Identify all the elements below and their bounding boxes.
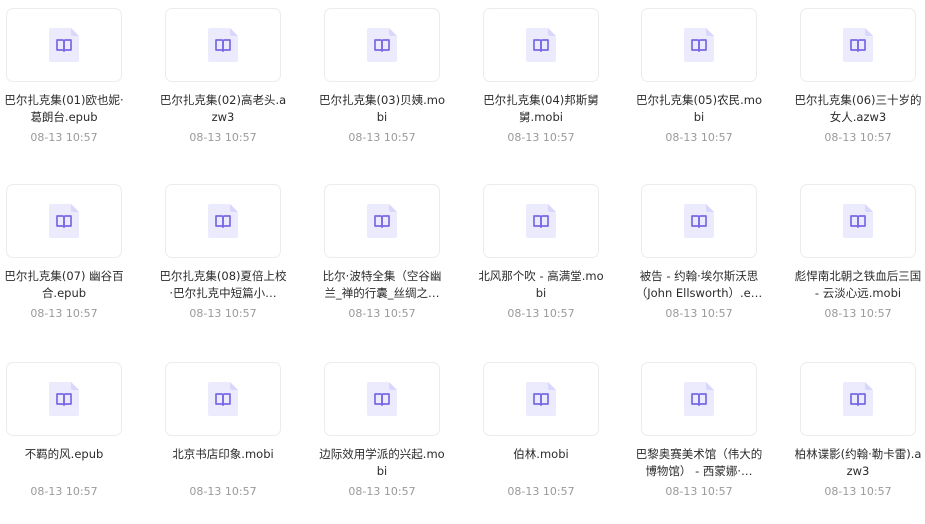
file-modified-date: 08-13 10:57: [30, 131, 98, 144]
ebook-file-icon: [49, 204, 79, 238]
file-thumbnail[interactable]: [641, 362, 757, 436]
file-name: 巴尔扎克集(07) 幽谷百合.epub: [4, 269, 124, 300]
file-thumbnail[interactable]: [800, 184, 916, 258]
file-thumbnail[interactable]: [641, 8, 757, 82]
file-name: 边际效用学派的兴起.mobi: [319, 447, 445, 478]
file-item[interactable]: 柏林谍影(约翰·勒卡雷).azw3 08-13 10:57: [794, 354, 925, 524]
file-item[interactable]: 伯林.mobi 08-13 10:57: [477, 354, 636, 524]
file-name: 北京书店印象.mobi: [172, 447, 274, 461]
ebook-file-icon: [843, 204, 873, 238]
file-modified-date: 08-13 10:57: [348, 307, 416, 320]
file-modified-date: 08-13 10:57: [824, 131, 892, 144]
file-thumbnail[interactable]: [165, 8, 281, 82]
file-modified-date: 08-13 10:57: [665, 307, 733, 320]
file-modified-date: 08-13 10:57: [189, 131, 257, 144]
file-thumbnail[interactable]: [324, 8, 440, 82]
file-modified-date: 08-13 10:57: [189, 485, 257, 498]
ebook-file-icon: [684, 28, 714, 62]
file-name: 北风那个吹 - 高满堂.mobi: [478, 269, 604, 300]
ebook-file-icon: [367, 382, 397, 416]
file-thumbnail[interactable]: [800, 8, 916, 82]
file-thumbnail[interactable]: [641, 184, 757, 258]
file-thumbnail[interactable]: [324, 362, 440, 436]
file-thumbnail[interactable]: [165, 362, 281, 436]
ebook-file-icon: [526, 382, 556, 416]
file-thumbnail[interactable]: [6, 8, 122, 82]
file-item[interactable]: 彪悍南北朝之铁血后三国 - 云淡心远.mobi 08-13 10:57: [794, 176, 925, 346]
ebook-file-icon: [49, 28, 79, 62]
file-item[interactable]: 巴尔扎克集(04)邦斯舅舅.mobi 08-13 10:57: [477, 0, 636, 170]
file-item[interactable]: 巴尔扎克集(06)三十岁的女人.azw3 08-13 10:57: [794, 0, 925, 170]
file-modified-date: 08-13 10:57: [30, 485, 98, 498]
file-item[interactable]: 巴尔扎克集(03)贝姨.mobi 08-13 10:57: [318, 0, 477, 170]
ebook-file-icon: [208, 204, 238, 238]
file-name: 比尔·波特全集（空谷幽兰_禅的行囊_丝绸之…: [322, 269, 442, 300]
ebook-file-icon: [367, 204, 397, 238]
ebook-file-icon: [684, 382, 714, 416]
file-name: 巴尔扎克集(02)高老头.azw3: [159, 93, 287, 124]
file-modified-date: 08-13 10:57: [665, 485, 733, 498]
file-item[interactable]: 边际效用学派的兴起.mobi 08-13 10:57: [318, 354, 477, 524]
file-thumbnail[interactable]: [165, 184, 281, 258]
file-item[interactable]: 巴尔扎克集(07) 幽谷百合.epub 08-13 10:57: [0, 176, 159, 346]
file-thumbnail[interactable]: [800, 362, 916, 436]
file-name: 巴黎奥赛美术馆（伟大的博物馆） - 西蒙娜·…: [635, 447, 763, 478]
file-item[interactable]: 比尔·波特全集（空谷幽兰_禅的行囊_丝绸之… 08-13 10:57: [318, 176, 477, 346]
file-item[interactable]: 不羁的风.epub 08-13 10:57: [0, 354, 159, 524]
file-name: 被告 - 约翰·埃尔斯沃思（John Ellsworth）.e…: [635, 269, 763, 300]
ebook-file-icon: [843, 382, 873, 416]
file-thumbnail[interactable]: [483, 8, 599, 82]
file-thumbnail[interactable]: [483, 184, 599, 258]
file-name: 巴尔扎克集(06)三十岁的女人.azw3: [794, 93, 922, 124]
file-thumbnail[interactable]: [6, 362, 122, 436]
ebook-file-icon: [526, 28, 556, 62]
file-item[interactable]: 巴尔扎克集(08)夏倍上校·巴尔扎克中短篇小… 08-13 10:57: [159, 176, 318, 346]
file-name: 巴尔扎克集(03)贝姨.mobi: [319, 93, 445, 124]
file-modified-date: 08-13 10:57: [824, 307, 892, 320]
ebook-file-icon: [208, 382, 238, 416]
file-item[interactable]: 被告 - 约翰·埃尔斯沃思（John Ellsworth）.e… 08-13 10…: [635, 176, 794, 346]
file-item[interactable]: 北风那个吹 - 高满堂.mobi 08-13 10:57: [477, 176, 636, 346]
file-thumbnail[interactable]: [324, 184, 440, 258]
file-name: 柏林谍影(约翰·勒卡雷).azw3: [794, 447, 922, 478]
file-modified-date: 08-13 10:57: [507, 485, 575, 498]
ebook-file-icon: [208, 28, 238, 62]
file-grid: 巴尔扎克集(01)欧也妮·葛朗台.epub 08-13 10:57 巴尔扎克集(02…: [0, 0, 925, 518]
file-thumbnail[interactable]: [483, 362, 599, 436]
file-name: 彪悍南北朝之铁血后三国 - 云淡心远.mobi: [794, 269, 922, 300]
file-modified-date: 08-13 10:57: [824, 485, 892, 498]
file-modified-date: 08-13 10:57: [30, 307, 98, 320]
file-modified-date: 08-13 10:57: [507, 131, 575, 144]
file-modified-date: 08-13 10:57: [348, 131, 416, 144]
file-modified-date: 08-13 10:57: [507, 307, 575, 320]
file-name: 伯林.mobi: [513, 447, 569, 461]
file-item[interactable]: 巴尔扎克集(01)欧也妮·葛朗台.epub 08-13 10:57: [0, 0, 159, 170]
file-modified-date: 08-13 10:57: [665, 131, 733, 144]
file-thumbnail[interactable]: [6, 184, 122, 258]
file-name: 巴尔扎克集(04)邦斯舅舅.mobi: [483, 93, 599, 124]
ebook-file-icon: [843, 28, 873, 62]
file-name: 巴尔扎克集(05)农民.mobi: [636, 93, 762, 124]
file-item[interactable]: 巴黎奥赛美术馆（伟大的博物馆） - 西蒙娜·… 08-13 10:57: [635, 354, 794, 524]
ebook-file-icon: [526, 204, 556, 238]
file-name: 巴尔扎克集(08)夏倍上校·巴尔扎克中短篇小…: [159, 269, 287, 300]
file-item[interactable]: 巴尔扎克集(05)农民.mobi 08-13 10:57: [635, 0, 794, 170]
ebook-file-icon: [49, 382, 79, 416]
ebook-file-icon: [367, 28, 397, 62]
file-name: 不羁的风.epub: [24, 447, 104, 461]
file-modified-date: 08-13 10:57: [348, 485, 416, 498]
file-item[interactable]: 北京书店印象.mobi 08-13 10:57: [159, 354, 318, 524]
file-modified-date: 08-13 10:57: [189, 307, 257, 320]
file-item[interactable]: 巴尔扎克集(02)高老头.azw3 08-13 10:57: [159, 0, 318, 170]
ebook-file-icon: [684, 204, 714, 238]
file-name: 巴尔扎克集(01)欧也妮·葛朗台.epub: [4, 93, 124, 124]
